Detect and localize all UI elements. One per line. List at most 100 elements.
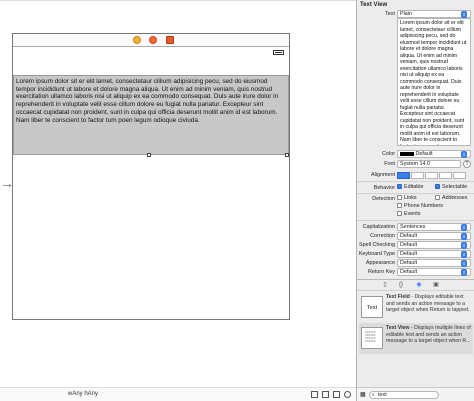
library-item-description: Text View - Displays multiple lines of e… [386, 325, 472, 345]
align-icon[interactable] [322, 391, 329, 398]
spell-checking-value: Default [400, 242, 418, 248]
color-swatch [400, 151, 414, 156]
chevron-updown-icon: ⇕ [461, 151, 467, 158]
text-view[interactable]: Lorem ipsum dolor sit er elit lamet, con… [13, 75, 289, 155]
battery-icon [273, 50, 284, 55]
align-justify-button[interactable] [439, 172, 452, 179]
first-responder-icon[interactable] [149, 36, 157, 44]
appearance-value: Default [400, 260, 418, 266]
resize-handle[interactable] [147, 153, 151, 157]
events-checkbox[interactable]: Events [397, 211, 420, 217]
capitalization-value: Sentences [400, 224, 426, 230]
links-label: Links [404, 195, 417, 201]
chevron-updown-icon: ⇕ [461, 269, 467, 276]
code-snippet-icon[interactable]: {} [397, 281, 405, 289]
library-item-text-field[interactable]: Text Text Field - Displays editable text… [359, 292, 473, 323]
canvas-divider [0, 0, 356, 1]
file-template-icon[interactable]: ▯ [381, 281, 389, 289]
object-library-icon[interactable]: ◉ [415, 281, 423, 289]
font-picker-icon[interactable]: T [463, 160, 471, 168]
chevron-updown-icon: ⇕ [461, 11, 467, 18]
color-label: Color [382, 151, 395, 157]
keyboard-type-popup[interactable]: Default ⇕ [397, 250, 471, 258]
align-right-button[interactable] [425, 172, 438, 179]
storyboard-canvas[interactable]: → Lorem ipsum dolor sit er elit lamet, c… [0, 0, 356, 401]
search-icon: ⌕ [372, 392, 375, 398]
capitalization-label: Capitalization [362, 224, 395, 230]
font-label: Font [384, 161, 395, 167]
font-field[interactable]: System 14.0 [397, 160, 461, 168]
behavior-label: Behavior [373, 185, 395, 191]
library-filter-bar: ▦ ⌕ text [357, 387, 474, 401]
keyboard-type-value: Default [400, 251, 418, 257]
capitalization-popup[interactable]: Sentences ⇕ [397, 223, 471, 231]
filter-value: text [378, 392, 387, 398]
resize-handle[interactable] [285, 153, 289, 157]
size-class-control[interactable]: wAny hAny [68, 391, 98, 397]
canvas-bottom-bar: wAny hAny [0, 387, 356, 401]
text-field-icon: Text [361, 296, 383, 318]
appearance-popup[interactable]: Default ⇕ [397, 259, 471, 267]
align-center-button[interactable] [411, 172, 424, 179]
appearance-label: Appearance [365, 260, 395, 266]
chevron-updown-icon: ⇕ [461, 224, 467, 231]
library-filter-field[interactable]: ⌕ text [369, 391, 439, 399]
color-value: Default [415, 151, 433, 157]
divider [357, 181, 474, 182]
view-controller-icon[interactable] [133, 36, 141, 44]
alignment-label: Alignment [371, 172, 395, 178]
exit-icon[interactable] [166, 36, 174, 44]
text-label: Text [385, 11, 395, 17]
phone-numbers-label: Phone Numbers [404, 203, 443, 209]
align-left-button[interactable] [397, 172, 410, 179]
return-key-value: Default [400, 269, 418, 275]
layout-icon[interactable] [311, 391, 318, 398]
addresses-checkbox[interactable]: Addresses [435, 195, 467, 201]
chevron-updown-icon: ⇕ [461, 233, 467, 240]
editable-checkbox[interactable]: Editable [397, 184, 423, 190]
keyboard-type-label: Keyboard Type [358, 251, 395, 257]
xcode-window: → Lorem ipsum dolor sit er elit lamet, c… [0, 0, 474, 401]
inspector-title: Text View [360, 2, 388, 8]
divider [357, 220, 474, 221]
chevron-updown-icon: ⇕ [461, 251, 467, 258]
library-item-text-view[interactable]: ≡≡≡≡≡≡ ≡≡≡≡≡≡ ≡≡≡≡≡≡ ≡≡≡≡≡≡ Text View - Dis… [359, 323, 473, 354]
return-key-popup[interactable]: Default ⇕ [397, 268, 471, 276]
detection-label: Detection [372, 196, 395, 202]
pin-icon[interactable] [333, 391, 340, 398]
links-checkbox[interactable]: Links [397, 195, 417, 201]
chevron-updown-icon: ⇕ [461, 260, 467, 267]
align-natural-button[interactable] [453, 172, 466, 179]
library-tabs: ▯ {} ◉ ▣ [357, 280, 474, 290]
divider [357, 193, 474, 194]
editable-label: Editable [404, 184, 424, 190]
spell-checking-label: Spell Checking [359, 242, 395, 248]
library-item-title: Text Field [386, 294, 410, 300]
grid-view-icon[interactable]: ▦ [360, 391, 366, 398]
text-type-value: Plain [400, 11, 412, 17]
return-key-label: Return Key [368, 269, 395, 275]
resolve-icon[interactable] [344, 391, 351, 398]
spell-checking-popup[interactable]: Default ⇕ [397, 241, 471, 249]
addresses-label: Addresses [442, 195, 468, 201]
correction-label: Correction [370, 233, 395, 239]
events-label: Events [404, 211, 421, 217]
scene-dock [13, 34, 289, 47]
status-bar [13, 48, 289, 56]
correction-value: Default [400, 233, 418, 239]
text-content-area[interactable]: Lorem ipsum dolor sit er elit lamet, con… [397, 18, 471, 146]
library-item-title: Text View [386, 325, 410, 331]
media-library-icon[interactable]: ▣ [432, 281, 440, 289]
color-popup[interactable]: Default ⇕ [397, 150, 471, 158]
text-type-popup[interactable]: Plain ⇕ [397, 10, 471, 18]
phone-numbers-checkbox[interactable]: Phone Numbers [397, 203, 443, 209]
attributes-inspector: Text View Text Plain ⇕ Lorem ipsum dolor… [356, 0, 474, 401]
divider [357, 290, 474, 291]
font-value: System 14.0 [400, 161, 430, 167]
correction-popup[interactable]: Default ⇕ [397, 232, 471, 240]
library-item-description: Text Field - Displays editable text and … [386, 294, 472, 314]
view-controller-scene[interactable]: Lorem ipsum dolor sit er elit lamet, con… [12, 33, 290, 320]
selectable-label: Selectable [442, 184, 468, 190]
text-view-icon: ≡≡≡≡≡≡ ≡≡≡≡≡≡ ≡≡≡≡≡≡ ≡≡≡≡≡≡ [361, 327, 383, 349]
selectable-checkbox[interactable]: Selectable [435, 184, 467, 190]
